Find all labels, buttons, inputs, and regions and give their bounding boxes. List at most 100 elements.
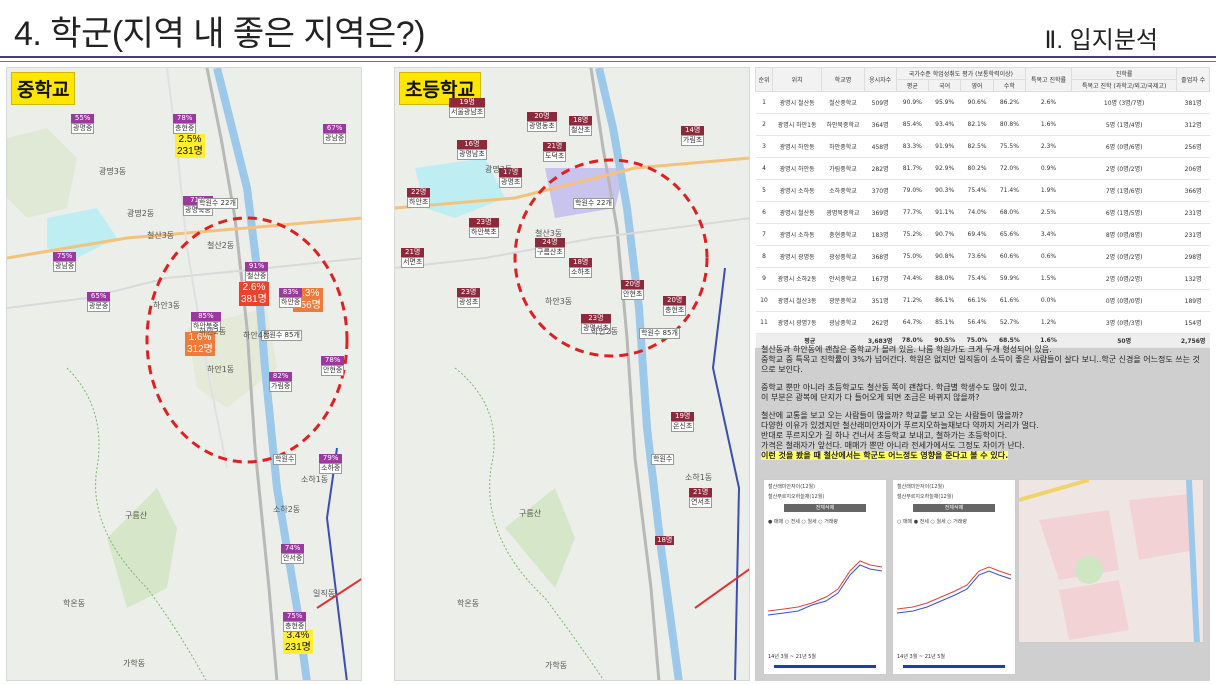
school-marker[interactable]: 65% 광문중 (87, 292, 111, 312)
school-marker[interactable]: 22명 하안초 (407, 188, 431, 208)
table-cell: 광명시 철산동 (772, 201, 822, 224)
dong-label: 가학동 (545, 661, 568, 670)
table-cell: 75.2% (896, 223, 929, 246)
table-cell: 2명 (0명/2명) (1071, 245, 1177, 268)
school-marker[interactable]: 91% 철산중 (245, 262, 269, 282)
school-marker[interactable]: 79% 소하중 (319, 454, 343, 474)
tab-jeonse[interactable]: 전세 (791, 519, 800, 525)
school-marker[interactable]: 21명 서면초 (401, 248, 425, 268)
school-marker[interactable]: 21명 도덕초 (543, 142, 567, 162)
school-marker[interactable]: 23명 하안북초 (469, 218, 499, 238)
table-cell: 364명 (864, 113, 897, 136)
table-cell: 광남중학교 (821, 311, 865, 334)
date-range: 14년 3월 ~ 21년 5월 (897, 654, 946, 660)
chart-tabs[interactable]: ○ 매매 ● 전세 ○ 월세 ○ 거래량 (897, 518, 1011, 525)
tab-monthly[interactable]: 월세 (936, 519, 945, 525)
table-cell: 75.4% (960, 179, 994, 202)
col-rank: 순위 (755, 67, 773, 92)
tab-jeonse[interactable]: 전세 (920, 519, 929, 525)
col-location: 위치 (771, 67, 823, 92)
school-marker[interactable]: 18명 (655, 536, 675, 545)
school-marker[interactable]: 83% 하안중 (279, 288, 303, 308)
range-slider[interactable] (903, 665, 1005, 668)
table-cell: 368명 (864, 245, 897, 268)
table-cell: 2명 (0명/2명) (1071, 267, 1177, 290)
school-marker[interactable]: 78% 안현중 (321, 356, 345, 376)
dong-label: 학온동 (457, 599, 480, 608)
stat-badge: 2.5% 231명 (175, 134, 205, 158)
table-cell: 75.4% (960, 267, 994, 290)
table-cell: 80.2% (960, 157, 994, 180)
school-marker[interactable]: 16명 광명남초 (457, 140, 487, 160)
school-marker[interactable]: 74% 안서중 (281, 544, 305, 564)
school-marker[interactable]: 19명 서울광남초 (449, 98, 486, 118)
range-slider[interactable] (774, 665, 876, 668)
analysis-text: 철산동과 하안동에 괜찮은 중학교가 몰려 있음. 나름 학원가도 크게 두개 … (761, 345, 1206, 469)
dong-label: 철산3동 (535, 229, 563, 238)
table-cell: 광명시 철산동 (772, 91, 822, 114)
tab-volume[interactable]: 거래량 (824, 519, 838, 525)
clear-all-button[interactable]: 전체삭제 (784, 504, 866, 512)
table-cell: 광명시 하안동 (772, 157, 822, 180)
table-cell: 60.6% (993, 245, 1026, 268)
school-marker[interactable]: 14명 가림초 (681, 126, 705, 146)
school-marker[interactable]: 24명 구름산초 (535, 238, 565, 258)
clear-all-button[interactable]: 전체삭제 (913, 504, 995, 512)
table-cell: 80.8% (993, 113, 1026, 136)
table-cell: 93.4% (928, 113, 961, 136)
price-chart-widget[interactable]: 철산래미안자이(12월) 철산푸르지오하늘채(12월) 전체삭제 ○ 매매 ● … (892, 479, 1016, 675)
table-cell: 231명 (1176, 201, 1210, 224)
school-marker[interactable]: 67% 광남중 (323, 124, 347, 144)
table-cell: 85.1% (928, 311, 961, 334)
text-line: 가격은 철래자가 앞선다. 매매가 뿐만 아니라 전세가에서도 그정도 차이가 … (761, 441, 1025, 450)
site-plan-map[interactable] (1018, 479, 1204, 643)
table-cell: 74.4% (896, 267, 929, 290)
text-line: 이 부분은 광복에 단지가 다 들어오게 되면 조금은 바뀌지 않을까? (761, 393, 980, 402)
school-marker[interactable]: 55% 광명중 (71, 114, 95, 134)
chart-tabs[interactable]: ● 매매 ○ 전세 ○ 월세 ○ 거래량 (768, 518, 882, 525)
school-marker[interactable]: 20명 안현초 (621, 280, 645, 300)
school-marker[interactable]: 75% 충현중 (283, 612, 307, 632)
text-line: 중학교 중 특목고 진학률이 3%가 넘어간다. 학원은 없지만 일직동이 소득… (761, 355, 1200, 374)
school-marker[interactable]: 78% 충현중 (173, 114, 197, 134)
stat-count: 231명 (177, 146, 203, 157)
table-cell: 가림중학교 (821, 157, 865, 180)
col-school: 학교명 (821, 67, 865, 92)
stat-count: 231명 (285, 642, 311, 653)
tab-volume[interactable]: 거래량 (953, 519, 967, 525)
school-marker[interactable]: 18명 소하초 (569, 258, 593, 278)
table-cell: 하안중학교 (821, 135, 865, 158)
table-cell: 189명 (1176, 289, 1210, 312)
table-cell: 90.6% (960, 91, 994, 114)
tab-monthly[interactable]: 월세 (807, 519, 816, 525)
academy-cluster-label: 학원수 22개 (573, 198, 614, 209)
school-marker[interactable]: 18명 철산초 (569, 116, 593, 136)
table-cell: 광명시 철산3동 (772, 289, 822, 312)
school-marker[interactable]: 19명 온신초 (671, 412, 695, 432)
dong-label: 일직동 (313, 589, 336, 598)
dong-label: 하안3동 (545, 297, 573, 306)
table-cell: 11 (755, 311, 773, 334)
academy-cluster-label: 학원수 85개 (639, 328, 680, 339)
school-marker[interactable]: 20명 충현초 (663, 296, 687, 316)
school-marker[interactable]: 82% 가림중 (269, 372, 293, 392)
table-row: 2 광명시 하안1동 하안북중학교 364명 85.4% 93.4% 82.1% 80.8% 1… (755, 113, 1210, 136)
table-cell: 91.9% (928, 135, 961, 158)
school-marker[interactable]: 23명 광성초 (457, 288, 481, 308)
price-chart-widget[interactable]: 철산래미안자이(12월) 철산푸르지오하늘채(12월) 전체삭제 ● 매매 ○ … (763, 479, 887, 675)
tab-sale[interactable]: 매매 (774, 519, 783, 525)
dong-label: 소하1동 (301, 475, 329, 484)
tab-sale[interactable]: 매매 (903, 519, 912, 525)
col-progress-group: 진학률 (1070, 67, 1178, 80)
school-marker[interactable]: 20명 광명동초 (527, 112, 557, 132)
table-row: 10 광명시 철산3동 광문중학교 351명 71.2% 86.1% 66.1% 61.6% 0… (755, 289, 1210, 312)
stat-badge: 2.6% 381명 (239, 282, 269, 306)
table-cell: 81.7% (896, 157, 929, 180)
elementary-school-map[interactable]: 초등학교 19명 서울광남초 20명 광명동초 16명 광명남초 18명 철산초 21명… (394, 67, 750, 681)
table-cell: 74.0% (960, 201, 994, 224)
table-cell: 71.4% (993, 179, 1026, 202)
school-marker[interactable]: 75% 광남중 (53, 252, 77, 272)
middle-school-map[interactable]: 중학교 2.5% 231명 2.6% 381명 2.3% 256명 1.6% 3… (6, 67, 362, 681)
table-cell: 9 (755, 267, 773, 290)
school-marker[interactable]: 21명 연서초 (689, 488, 713, 508)
